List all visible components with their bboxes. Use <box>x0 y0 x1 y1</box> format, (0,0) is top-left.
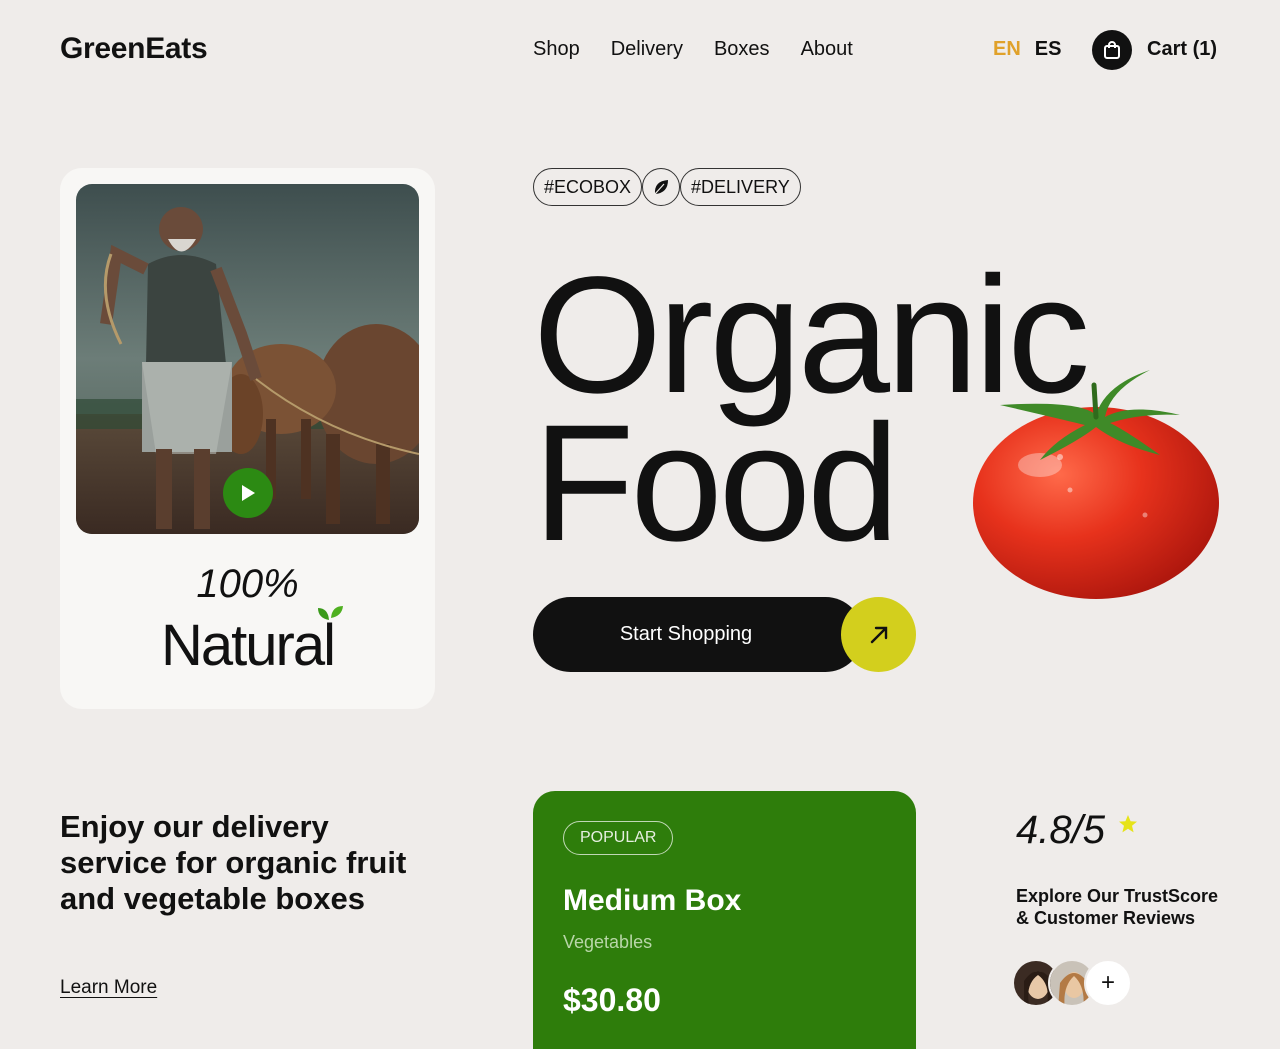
nav-shop[interactable]: Shop <box>533 38 580 61</box>
cart-button[interactable] <box>1092 30 1132 70</box>
more-reviews-button[interactable]: + <box>1084 959 1132 1007</box>
tag-leaf <box>642 168 681 206</box>
nav-boxes[interactable]: Boxes <box>714 38 770 61</box>
reviewer-avatars: + <box>1012 959 1132 1007</box>
box-name: Medium Box <box>563 884 742 917</box>
popular-badge: POPULAR <box>563 821 674 855</box>
rating-score: 4.8/5 <box>1016 808 1105 852</box>
lang-en[interactable]: EN <box>993 38 1021 61</box>
language-switcher: EN ES <box>993 38 1061 61</box>
arrow-up-right-icon <box>870 626 887 643</box>
star-icon <box>1119 815 1137 833</box>
learn-more-link[interactable]: Learn More <box>60 977 157 999</box>
leaf-icon <box>654 180 669 195</box>
tomato-image <box>973 370 1219 599</box>
delivery-promo-text: Enjoy our delivery service for organic f… <box>60 809 407 916</box>
box-category: Vegetables <box>563 932 653 952</box>
play-video-button[interactable] <box>223 468 273 518</box>
logo[interactable]: GreenEats <box>60 32 208 66</box>
tag-delivery[interactable]: #DELIVERY <box>680 168 801 206</box>
play-icon <box>242 485 255 501</box>
cart-label[interactable]: Cart (1) <box>1147 38 1217 61</box>
hero-tags: #ECOBOX #DELIVERY <box>533 168 801 206</box>
tag-ecobox[interactable]: #ECOBOX <box>533 168 643 206</box>
nav-delivery[interactable]: Delivery <box>611 38 683 61</box>
shopping-bag-icon <box>1104 41 1120 59</box>
lang-es[interactable]: ES <box>1035 38 1062 61</box>
sprout-icon <box>318 606 343 620</box>
nav-about[interactable]: About <box>801 38 853 61</box>
natural-label: Natural <box>161 613 336 678</box>
trustscore-text[interactable]: Explore Our TrustScore & Customer Review… <box>1016 885 1236 929</box>
start-shopping-arrow-button[interactable] <box>841 597 916 672</box>
start-shopping-button[interactable]: Start Shopping <box>533 597 863 672</box>
box-price: $30.80 <box>563 982 661 1018</box>
main-nav: Shop Delivery Boxes About <box>533 38 853 61</box>
natural-percent: 100% <box>196 562 299 606</box>
